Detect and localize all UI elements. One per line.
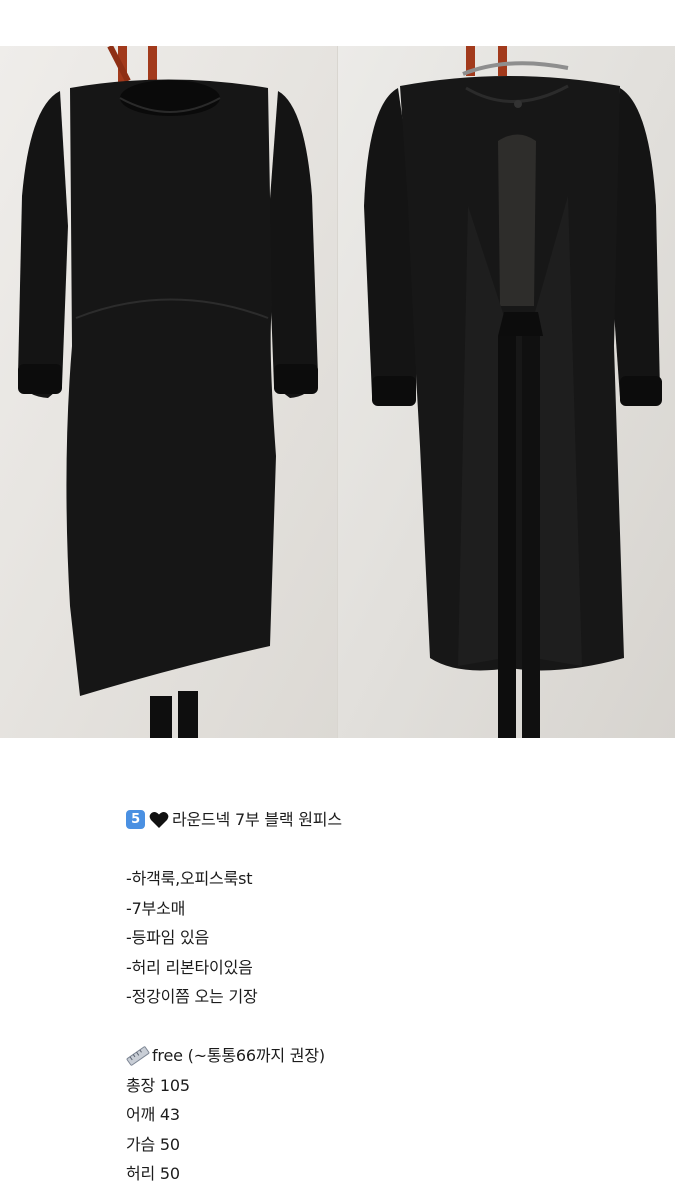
measurement-line: 허리 50 — [126, 1164, 180, 1183]
feature-line: -7부소매 — [126, 898, 186, 918]
feature-line: -정강이쯤 오는 기장 — [126, 987, 258, 1006]
dress-back-illustration — [338, 46, 675, 738]
measurement-line: 총장 105 — [126, 1075, 190, 1095]
size-row: free (~통통66까지 권장) — [126, 1041, 646, 1071]
feature-line: -허리 리본타이있음 — [126, 957, 253, 977]
listing-description: 5 라운드넥 7부 블랙 원피스 -하객룩,오피스룩st -7부소매 -등파임 … — [126, 805, 646, 1189]
feature-line: -등파임 있음 — [126, 928, 210, 947]
photo-gallery — [0, 46, 675, 738]
listing-title: 5 라운드넥 7부 블랙 원피스 — [126, 805, 646, 835]
black-heart-icon — [148, 809, 170, 831]
measurement-line: 어깨 43 — [126, 1105, 180, 1124]
dress-front-illustration — [0, 46, 337, 738]
ruler-icon — [126, 1045, 150, 1067]
title-text: 라운드넥 7부 블랙 원피스 — [172, 810, 342, 829]
dress-back-photo[interactable] — [338, 46, 675, 738]
feature-line: -하객룩,오피스룩st — [126, 869, 253, 888]
keycap-number-icon: 5 — [126, 810, 145, 830]
measurement-line: 가슴 50 — [126, 1134, 180, 1154]
size-label: free (~통통66까지 권장) — [152, 1046, 325, 1065]
dress-front-photo[interactable] — [0, 46, 338, 738]
